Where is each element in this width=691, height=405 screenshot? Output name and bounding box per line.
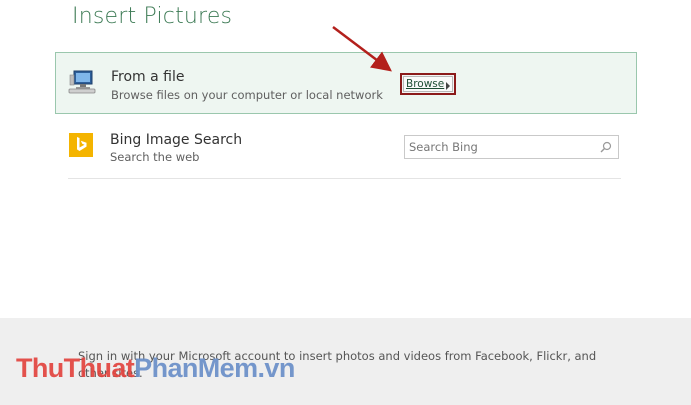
watermark-part1: ThuThuat (16, 353, 135, 383)
chevron-right-icon (446, 82, 450, 90)
footer-panel: Sign in with your Microsoft account to i… (0, 318, 691, 405)
bing-subtitle: Search the web (110, 150, 200, 164)
browse-highlight-frame: Browse (400, 73, 456, 95)
search-icon[interactable] (600, 141, 612, 153)
from-file-title: From a file (111, 69, 185, 85)
dialog-title: Insert Pictures (72, 4, 233, 29)
bing-title: Bing Image Search (110, 132, 243, 148)
browse-label: Browse (406, 78, 445, 90)
bing-search-box[interactable] (404, 135, 619, 159)
watermark-logo: ThuThuatPhanMem.vn (16, 353, 295, 384)
bing-search-input[interactable] (409, 138, 594, 156)
annotation-arrow-icon (332, 26, 392, 72)
browse-button[interactable]: Browse (403, 76, 453, 92)
watermark-part2: PhanMem (134, 353, 258, 383)
watermark-part3: .vn (257, 353, 296, 383)
computer-icon (68, 70, 96, 94)
from-file-subtitle: Browse files on your computer or local n… (111, 88, 383, 102)
insert-pictures-dialog: Insert Pictures From a file Browse files… (0, 0, 691, 405)
bing-logo-icon (69, 133, 93, 157)
bing-search-row[interactable]: Bing Image Search Search the web (68, 117, 621, 179)
